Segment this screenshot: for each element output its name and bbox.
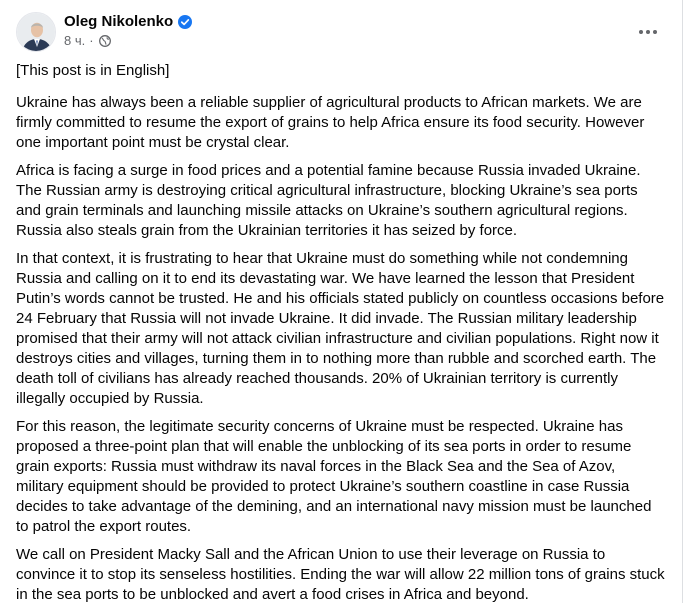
post-paragraph: Africa is facing a surge in food prices …	[16, 162, 641, 239]
author-name[interactable]: Oleg Nikolenko	[64, 13, 173, 30]
post-paragraph: For this reason, the legitimate security…	[16, 418, 652, 535]
more-options-button[interactable]	[630, 14, 666, 50]
facebook-post: Oleg Nikolenko 8 ч. · [This post is in E…	[0, 0, 683, 603]
more-options-icon	[639, 30, 657, 34]
post-paragraph: Ukraine has always been a reliable suppl…	[16, 94, 645, 151]
post-body: [This post is in English] Ukraine has al…	[16, 61, 666, 613]
post-timestamp[interactable]: 8 ч.	[64, 33, 85, 48]
meta-separator: ·	[89, 33, 94, 48]
verified-badge-icon	[178, 14, 193, 29]
post-paragraph: In that context, it is frustrating to he…	[16, 250, 665, 407]
post-header: Oleg Nikolenko 8 ч. ·	[16, 12, 666, 52]
post-meta: 8 ч. ·	[64, 33, 111, 48]
language-note: [This post is in English]	[16, 62, 170, 79]
avatar-photo	[17, 13, 55, 51]
globe-icon	[98, 34, 111, 47]
avatar[interactable]	[16, 12, 56, 52]
post-paragraph: We call on President Macky Sall and the …	[16, 546, 665, 603]
